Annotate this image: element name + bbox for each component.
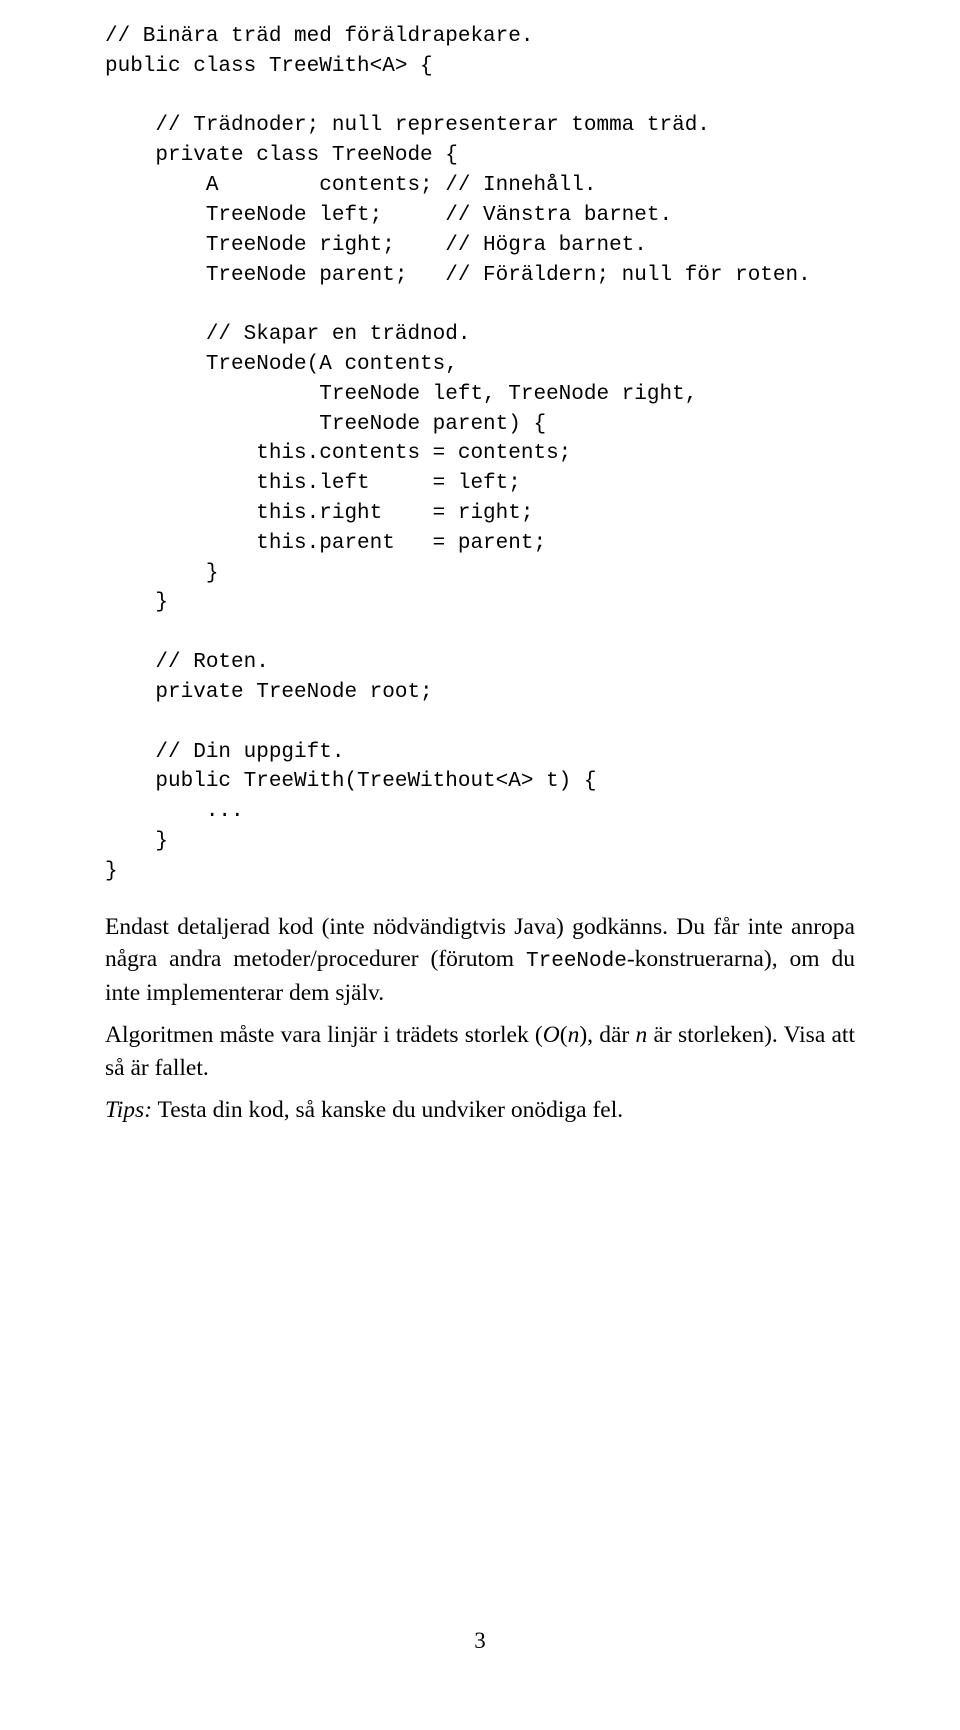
- hint-label: Tips:: [105, 1097, 152, 1123]
- text: Testa din kod, så kanske du undviker onö…: [152, 1097, 623, 1123]
- code-line: public TreeWith(TreeWithout<A> t) {: [105, 770, 596, 793]
- math-var: n: [568, 1022, 580, 1048]
- text: (: [560, 1022, 568, 1048]
- inline-code: TreeNode: [526, 950, 627, 973]
- code-line: // Din uppgift.: [105, 741, 344, 764]
- page-content: // Binära träd med föräldrapekare. publi…: [0, 0, 960, 1127]
- code-line: ...: [105, 800, 244, 823]
- code-line: // Roten.: [105, 651, 269, 674]
- code-line: // Skapar en trädnod.: [105, 323, 470, 346]
- code-line: }: [105, 830, 168, 853]
- code-line: public class TreeWith<A> {: [105, 55, 433, 78]
- paragraph-1: Endast detaljerad kod (inte nödvändigtvi…: [105, 911, 855, 1010]
- code-line: TreeNode left; // Vänstra barnet.: [105, 204, 672, 227]
- text: ), där: [579, 1022, 635, 1048]
- code-line: }: [105, 860, 118, 883]
- code-line: }: [105, 591, 168, 614]
- page-number: 3: [0, 1628, 960, 1654]
- code-line: TreeNode right; // Högra barnet.: [105, 234, 647, 257]
- paragraph-2: Algoritmen måste vara linjär i trädets s…: [105, 1019, 855, 1084]
- code-line: TreeNode left, TreeNode right,: [105, 383, 697, 406]
- code-listing: // Binära träd med föräldrapekare. publi…: [105, 22, 855, 887]
- math-var: O: [543, 1022, 560, 1048]
- code-line: TreeNode parent; // Föräldern; null för …: [105, 264, 811, 287]
- code-line: TreeNode(A contents,: [105, 353, 458, 376]
- code-line: this.left = left;: [105, 472, 521, 495]
- code-line: }: [105, 562, 218, 585]
- math-var: n: [635, 1022, 647, 1048]
- code-line: // Binära träd med föräldrapekare.: [105, 25, 533, 48]
- text: Algoritmen måste vara linjär i trädets s…: [105, 1022, 543, 1048]
- paragraph-3: Tips: Testa din kod, så kanske du undvik…: [105, 1094, 855, 1126]
- code-line: A contents; // Innehåll.: [105, 174, 596, 197]
- code-line: this.contents = contents;: [105, 442, 571, 465]
- code-line: private class TreeNode {: [105, 144, 458, 167]
- code-line: // Trädnoder; null representerar tomma t…: [105, 114, 710, 137]
- code-line: TreeNode parent) {: [105, 413, 546, 436]
- code-line: this.parent = parent;: [105, 532, 546, 555]
- code-line: this.right = right;: [105, 502, 533, 525]
- code-line: private TreeNode root;: [105, 681, 433, 704]
- prose-body: Endast detaljerad kod (inte nödvändigtvi…: [105, 911, 855, 1127]
